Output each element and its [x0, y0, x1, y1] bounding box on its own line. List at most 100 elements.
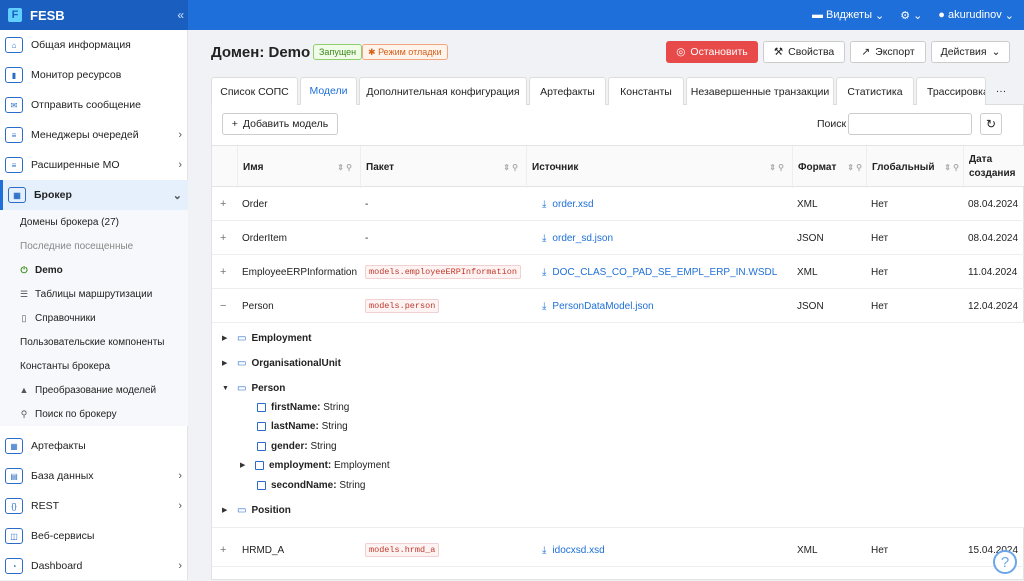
tree-field[interactable]: firstName: String: [252, 397, 349, 417]
table-row[interactable]: + Order - ⤓ order.xsd XML Нет 08.04.2024: [212, 187, 1024, 221]
tree-node-label: Employment: [251, 332, 312, 344]
sidebar-sub-demo[interactable]: ⏻ Demo: [0, 258, 188, 282]
properties-button[interactable]: ⚒ Свойства: [763, 41, 845, 63]
sidebar-item-overview[interactable]: ⌂ Общая информация: [0, 30, 188, 60]
collapse-icon[interactable]: −: [220, 289, 226, 323]
widgets-menu[interactable]: ▬ Виджеты ⌄: [812, 9, 884, 22]
sidebar-sub-refs[interactable]: ▯ Справочники: [0, 306, 188, 330]
sort-icon[interactable]: ⇕ ⚲: [847, 163, 862, 172]
page-title: Домен: Demo: [211, 44, 311, 61]
source-label: order_sd.json: [552, 232, 614, 244]
tab-models[interactable]: Модели: [300, 77, 357, 105]
sidebar-item-web-services[interactable]: ◫ Веб-сервисы: [0, 521, 188, 551]
cell-global: Нет: [871, 266, 889, 278]
model-tree: ▶ ▭ Employment ▶ ▭ OrganisationalUnit ▼ ▭ Pers…: [212, 323, 1024, 528]
tree-field[interactable]: gender: String: [252, 436, 337, 456]
tree-node-person[interactable]: ▼ ▭ Person: [222, 378, 285, 398]
sidebar-sub-custom[interactable]: Пользовательские компоненты: [0, 330, 188, 354]
tab-pending-transactions[interactable]: Незавершенные транзакции: [686, 77, 834, 105]
source-label: DOC_CLAS_CO_PAD_SE_EMPL_ERP_IN.WSDL: [552, 266, 778, 278]
col-name[interactable]: Имя ⇕ ⚲: [237, 146, 360, 188]
collapse-sidebar-icon[interactable]: «: [177, 8, 184, 22]
sidebar-sub-recent: Последние посещенные: [0, 234, 188, 258]
tab-artifacts[interactable]: Артефакты: [529, 77, 606, 105]
source-link[interactable]: ⤓ order_sd.json: [537, 221, 792, 255]
cell-global: Нет: [871, 232, 889, 244]
tree-field[interactable]: secondName: String: [252, 475, 365, 495]
help-button[interactable]: ?: [993, 550, 1017, 574]
settings-menu[interactable]: ⚙ ⌄: [900, 9, 922, 22]
col-source[interactable]: Источник ⇕ ⚲: [526, 146, 792, 188]
app-logo[interactable]: F FESB «: [0, 0, 188, 30]
download-icon: ⤓: [542, 300, 547, 312]
sidebar-sub-domains[interactable]: Домены брокера (27): [0, 210, 188, 234]
sidebar-item-dashboard[interactable]: ◔ Dashboard ›: [0, 551, 188, 581]
sort-icon[interactable]: ⇕ ⚲: [944, 163, 959, 172]
tree-field[interactable]: lastName: String: [252, 416, 348, 436]
col-package[interactable]: Пакет ⇕ ⚲: [360, 146, 526, 188]
sidebar-item-rest[interactable]: {} REST ›: [0, 491, 188, 521]
table-row[interactable]: − Person models.person ⤓ PersonDataModel.…: [212, 289, 1024, 323]
expand-icon[interactable]: +: [220, 255, 226, 289]
sidebar-sub-routing[interactable]: ☰ Таблицы маршрутизации: [0, 282, 188, 306]
user-icon: ●: [938, 9, 945, 21]
tree-node-position[interactable]: ▶ ▭ Position: [222, 500, 291, 520]
expand-icon[interactable]: +: [220, 187, 226, 221]
source-link[interactable]: ⤓ PersonDataModel.json: [537, 289, 792, 323]
sidebar-sub-search[interactable]: ⚲ Поиск по брокеру: [0, 402, 188, 426]
source-link[interactable]: ⤓ order.xsd: [537, 187, 792, 221]
more-tabs-icon[interactable]: ···: [988, 77, 1014, 105]
sidebar-item-label: Веб-сервисы: [31, 530, 95, 542]
triangle-icon: ▲: [19, 385, 29, 395]
source-link[interactable]: ⤓ idocxsd.xsd: [537, 533, 792, 567]
cell-date: 12.04.2024: [968, 300, 1019, 312]
field-name: gender:: [271, 440, 308, 452]
sidebar-sub-consts[interactable]: Константы брокера: [0, 354, 188, 378]
sidebar-item-broker[interactable]: ▦ Брокер ⌄: [0, 180, 188, 210]
table-row[interactable]: + OrderItem - ⤓ order_sd.json JSON Нет 08…: [212, 221, 1024, 255]
col-created[interactable]: Дата создания: [963, 146, 1024, 188]
refresh-button[interactable]: ↻: [980, 113, 1002, 135]
caret-right-icon: ▶: [222, 360, 228, 367]
debug-label: Режим отладки: [378, 47, 442, 57]
tab-sops-list[interactable]: Список СОПС: [211, 77, 298, 105]
tab-statistics[interactable]: Статистика: [836, 77, 914, 105]
sidebar-item-label: Общая информация: [31, 39, 131, 51]
sidebar-item-extended-qm[interactable]: ≡ Расширенные МО ›: [0, 150, 188, 180]
col-global[interactable]: Глобальный ⇕ ⚲: [866, 146, 963, 188]
tab-constants[interactable]: Константы: [608, 77, 684, 105]
expand-icon[interactable]: +: [220, 221, 226, 255]
chevron-right-icon: ›: [178, 129, 182, 141]
sort-icon[interactable]: ⇕ ⚲: [503, 163, 518, 172]
sidebar-item-artifacts[interactable]: ▦ Артефакты: [0, 431, 188, 461]
sort-icon[interactable]: ⇕ ⚲: [769, 163, 784, 172]
sidebar-item-database[interactable]: ▤ База данных ›: [0, 461, 188, 491]
sidebar-sub-label: Пользовательские компоненты: [20, 336, 165, 348]
tree-node-orgunit[interactable]: ▶ ▭ OrganisationalUnit: [222, 353, 341, 373]
sidebar-item-resource-monitor[interactable]: ▮ Монитор ресурсов: [0, 60, 188, 90]
bug-icon: ✱: [368, 46, 376, 57]
source-label: idocxsd.xsd: [552, 544, 605, 556]
expand-icon[interactable]: +: [220, 533, 226, 567]
sidebar-item-queue-managers[interactable]: ≡ Менеджеры очередей ›: [0, 120, 188, 150]
tree-field[interactable]: ▶ employment: Employment: [240, 455, 390, 475]
user-menu[interactable]: ● akurudinov ⌄: [938, 9, 1014, 22]
wrench-icon: ⚒: [773, 46, 784, 58]
col-format[interactable]: Формат ⇕ ⚲: [792, 146, 866, 188]
sidebar-item-send-message[interactable]: ✉ Отправить сообщение: [0, 90, 188, 120]
search-input[interactable]: [848, 113, 972, 135]
tree-node-employment[interactable]: ▶ ▭ Employment: [222, 328, 311, 348]
mail-icon: ✉: [5, 97, 23, 113]
stop-button[interactable]: ◎ Остановить: [666, 41, 758, 63]
table-row[interactable]: + HRMD_A models.hrmd_a ⤓ idocxsd.xsd XML …: [212, 533, 1024, 567]
add-model-button[interactable]: + Добавить модель: [222, 113, 338, 135]
source-link[interactable]: ⤓ DOC_CLAS_CO_PAD_SE_EMPL_ERP_IN.WSDL: [537, 255, 792, 289]
tab-tracing[interactable]: Трассировка: [916, 77, 986, 105]
export-button[interactable]: ↗ Экспорт: [850, 41, 926, 63]
sidebar-sub-transform[interactable]: ▲ Преобразование моделей: [0, 378, 188, 402]
col-label: Имя: [243, 161, 264, 173]
table-row[interactable]: + EmployeeERPInformation models.employee…: [212, 255, 1024, 289]
actions-button[interactable]: Действия ⌄: [931, 41, 1010, 63]
sort-icon[interactable]: ⇕ ⚲: [337, 163, 352, 172]
tab-extra-config[interactable]: Дополнительная конфигурация: [359, 77, 527, 105]
